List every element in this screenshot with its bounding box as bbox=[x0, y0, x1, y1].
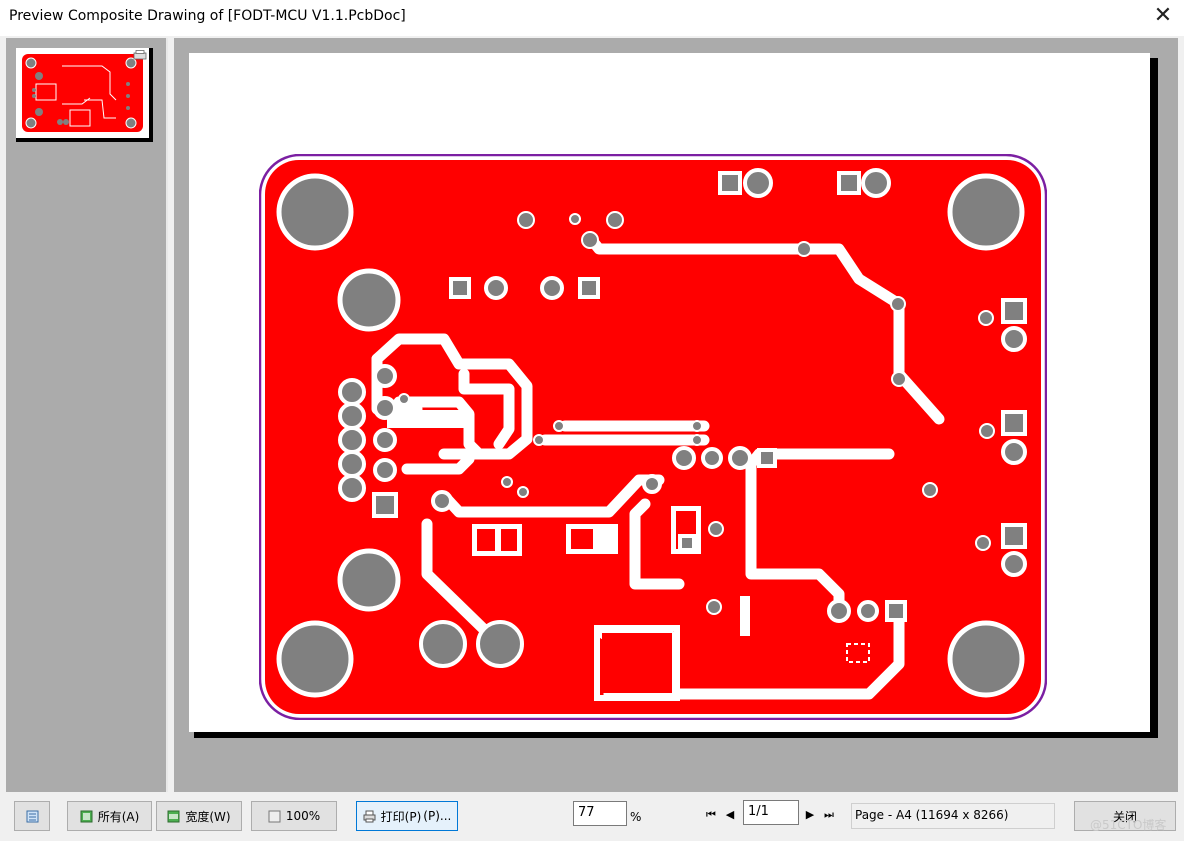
page-green-icon bbox=[80, 810, 93, 822]
fit-all-label: 所有(A) bbox=[97, 809, 140, 824]
pcb-composite-drawing bbox=[259, 154, 1047, 720]
print-button[interactable]: 打印(P) (P)... bbox=[356, 801, 458, 831]
print-accel: (P)... bbox=[423, 809, 452, 823]
preview-window: Preview Composite Drawing of [FODT-MCU V… bbox=[0, 0, 1184, 841]
bottom-toolbar: 所有(A) 宽度(W) 100% 打印(P) (P)... 77 % ⏮ ◀ 1… bbox=[0, 792, 1184, 841]
fit-all-button[interactable]: 所有(A) bbox=[67, 801, 152, 831]
page-size-info: Page - A4 (11694 x 8266) bbox=[851, 803, 1055, 829]
fit-width-label: 宽度(W) bbox=[185, 809, 231, 824]
zoom-100-button[interactable]: 100% bbox=[251, 801, 337, 831]
preview-pane[interactable] bbox=[174, 38, 1178, 792]
printer-icon bbox=[363, 810, 376, 822]
single-page-view-button[interactable] bbox=[14, 801, 50, 831]
watermark-text: @51CTO博客 bbox=[1090, 818, 1167, 832]
next-page-button[interactable]: ▶ bbox=[803, 807, 817, 823]
zoom-input[interactable]: 77 bbox=[573, 801, 627, 826]
print-label: 打印(P) bbox=[380, 809, 422, 824]
thumbnail-board-image bbox=[22, 54, 143, 132]
zoom-100-label: 100% bbox=[285, 809, 321, 823]
page-number-input[interactable]: 1/1 bbox=[743, 800, 799, 825]
thumbnail-printer-icon bbox=[133, 50, 147, 60]
title-bar: Preview Composite Drawing of [FODT-MCU V… bbox=[0, 0, 1184, 36]
first-page-button[interactable]: ⏮ bbox=[704, 807, 718, 823]
previous-page-button[interactable]: ◀ bbox=[723, 807, 737, 823]
last-page-button[interactable]: ⏭ bbox=[822, 807, 836, 823]
thumbnail-pane[interactable] bbox=[6, 38, 168, 792]
zoom-unit-label: % bbox=[630, 810, 642, 824]
page-icon bbox=[26, 810, 38, 822]
page-icon bbox=[268, 810, 281, 822]
preview-page[interactable] bbox=[189, 53, 1150, 732]
page-green-icon bbox=[167, 810, 180, 822]
window-title: Preview Composite Drawing of [FODT-MCU V… bbox=[9, 8, 406, 24]
thumbnail-page[interactable] bbox=[16, 48, 149, 138]
close-window-button[interactable]: ✕ bbox=[1142, 0, 1184, 34]
fit-width-button[interactable]: 宽度(W) bbox=[156, 801, 242, 831]
page-thumbnail[interactable] bbox=[16, 48, 153, 142]
